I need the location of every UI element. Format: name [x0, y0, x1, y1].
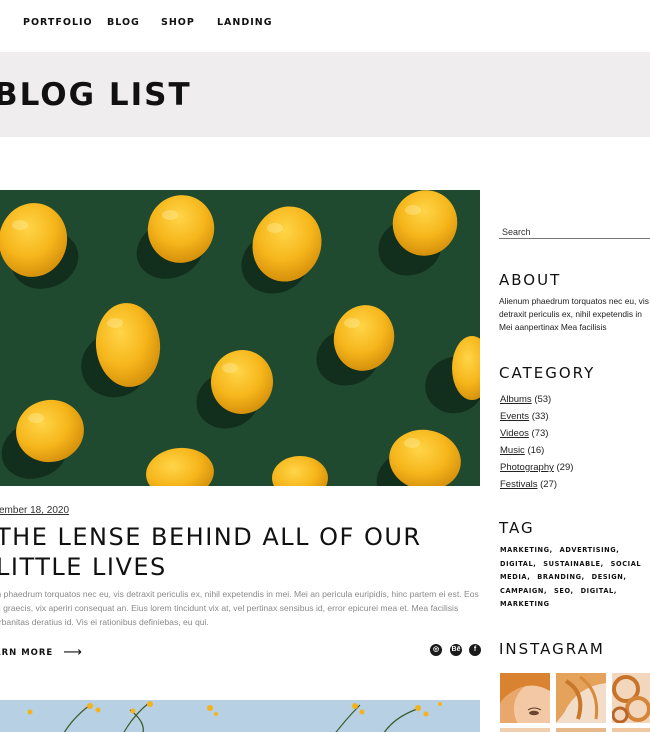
category-link-festivals[interactable]: Festivals: [500, 479, 537, 490]
category-widget-title: CATEGORY: [499, 364, 596, 382]
tag-link[interactable]: DIGITAL,: [500, 560, 536, 568]
category-link-music[interactable]: Music: [500, 445, 525, 456]
tag-link[interactable]: SEO,: [554, 587, 574, 595]
tag-link[interactable]: SOCIAL: [611, 560, 642, 568]
instagram-photo: [500, 673, 550, 723]
nav-item-landing[interactable]: LANDING: [217, 17, 273, 28]
category-count: (29): [556, 462, 574, 473]
post-featured-image[interactable]: [0, 190, 480, 486]
tag-link[interactable]: MEDIA,: [500, 573, 530, 581]
category-count: (27): [540, 479, 558, 490]
tag-link[interactable]: MARKETING,: [500, 546, 553, 554]
read-more-label: ARN MORE: [0, 648, 54, 658]
category-item[interactable]: Videos (73): [500, 425, 573, 442]
tag-link[interactable]: SUSTAINABLE,: [543, 560, 603, 568]
top-nav: PORTFOLIO BLOG SHOP LANDING: [0, 0, 650, 52]
category-item[interactable]: Albums (53): [500, 391, 573, 408]
next-post-image[interactable]: [0, 700, 480, 732]
tag-link[interactable]: ADVERTISING,: [560, 546, 620, 554]
instagram-thumb[interactable]: [556, 673, 606, 723]
read-more-link[interactable]: ARN MORE ⟶: [0, 645, 83, 660]
behance-icon[interactable]: Bē: [450, 644, 462, 656]
about-widget-title: ABOUT: [499, 271, 562, 289]
lemons-photo: [0, 190, 480, 486]
post-excerpt: m phaedrum torquatos nec eu, vis detraxi…: [0, 589, 479, 627]
category-item[interactable]: Events (33): [500, 408, 573, 425]
about-text: Alienum phaedrum torquatos nec eu, vis d…: [499, 296, 649, 332]
category-count: (53): [534, 394, 552, 405]
tag-link[interactable]: DESIGN,: [592, 573, 627, 581]
nav-item-shop[interactable]: SHOP: [161, 17, 195, 28]
tag-link[interactable]: MARKETING: [500, 600, 550, 608]
search-field[interactable]: [499, 222, 650, 240]
category-link-events[interactable]: Events: [500, 411, 529, 422]
category-link-albums[interactable]: Albums: [500, 394, 532, 405]
arrow-right-icon: ⟶: [63, 645, 83, 660]
nav-item-blog[interactable]: BLOG: [107, 17, 140, 28]
page-title: BLOG LIST: [0, 77, 192, 113]
instagram-thumb[interactable]: [500, 673, 550, 723]
tag-widget-title: TAG: [499, 519, 535, 537]
category-list: Albums (53) Events (33) Videos (73) Musi…: [500, 391, 573, 493]
nav-item-portfolio[interactable]: PORTFOLIO: [23, 17, 93, 28]
flowers-photo: [0, 700, 480, 732]
post-date[interactable]: vember 18, 2020: [0, 505, 69, 516]
tag-link[interactable]: CAMPAIGN,: [500, 587, 547, 595]
instagram-photo: [612, 673, 650, 723]
page-title-band: BLOG LIST: [0, 52, 650, 137]
category-link-videos[interactable]: Videos: [500, 428, 529, 439]
facebook-icon[interactable]: f: [469, 644, 481, 656]
post-title[interactable]: THE LENSE BEHIND ALL OF OUR LITTLE LIVES: [0, 522, 466, 582]
instagram-thumb[interactable]: [500, 728, 550, 732]
instagram-thumb[interactable]: [612, 728, 650, 732]
search-input[interactable]: [499, 224, 650, 240]
category-count: (73): [531, 428, 549, 439]
category-item[interactable]: Music (16): [500, 442, 573, 459]
instagram-thumb[interactable]: [556, 728, 606, 732]
category-item[interactable]: Festivals (27): [500, 476, 573, 493]
instagram-photo: [556, 673, 606, 723]
tag-link[interactable]: DIGITAL,: [581, 587, 617, 595]
instagram-widget-title: INSTAGRAM: [499, 640, 605, 658]
category-item[interactable]: Photography (29): [500, 459, 573, 476]
category-count: (16): [527, 445, 545, 456]
tag-cloud: MARKETING, ADVERTISING, DIGITAL, SUSTAIN…: [500, 544, 650, 612]
tag-link[interactable]: BRANDING,: [537, 573, 585, 581]
category-count: (33): [531, 411, 549, 422]
dribbble-icon[interactable]: ◎: [430, 644, 442, 656]
category-link-photography[interactable]: Photography: [500, 462, 554, 473]
instagram-thumb[interactable]: [612, 673, 650, 723]
